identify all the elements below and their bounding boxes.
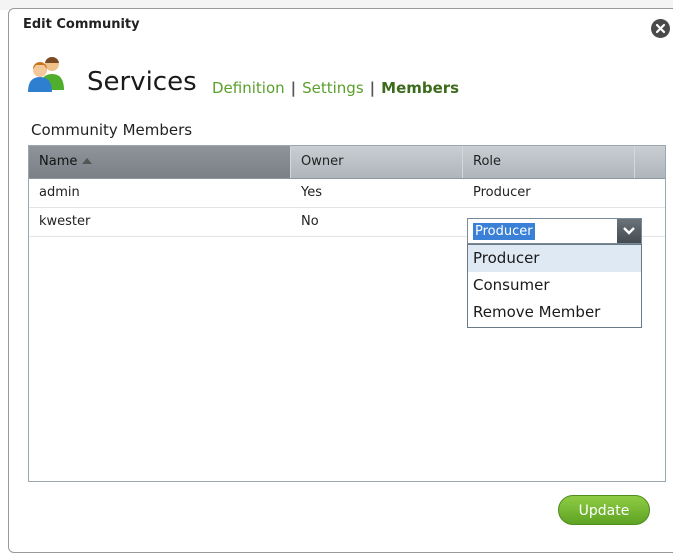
close-icon[interactable] xyxy=(651,19,670,38)
role-select[interactable]: Producer xyxy=(467,218,642,244)
column-header-filler xyxy=(635,146,665,178)
definition-link[interactable]: Definition xyxy=(212,79,285,97)
community-members-heading: Community Members xyxy=(31,121,193,139)
section-nav: Definition | Settings | Members xyxy=(212,79,459,97)
cell-name: kwester xyxy=(39,214,91,229)
nav-separator: | xyxy=(369,79,376,97)
members-table: Name Owner Role admin Yes Producer kwest… xyxy=(28,145,666,482)
role-select-value: Producer xyxy=(473,223,535,240)
nav-separator: | xyxy=(290,79,297,97)
cell-owner: No xyxy=(301,214,319,229)
settings-link[interactable]: Settings xyxy=(302,79,364,97)
sort-ascending-icon xyxy=(82,157,93,164)
cell-role: Producer xyxy=(473,185,531,200)
edit-community-dialog: Edit Community Services Definition | Setti… xyxy=(8,8,673,553)
cell-owner: Yes xyxy=(301,185,322,200)
cell-name: admin xyxy=(39,185,80,200)
column-header-owner[interactable]: Owner xyxy=(291,146,463,178)
chevron-down-icon[interactable] xyxy=(617,219,641,243)
column-header-name[interactable]: Name xyxy=(29,146,291,178)
dialog-title: Edit Community xyxy=(23,17,140,32)
role-option-remove-member[interactable]: Remove Member xyxy=(468,299,641,326)
table-row[interactable]: admin Yes Producer xyxy=(29,179,665,208)
role-option-consumer[interactable]: Consumer xyxy=(468,272,641,299)
update-button[interactable]: Update xyxy=(558,495,650,525)
role-dropdown-list: Producer Consumer Remove Member xyxy=(467,244,642,328)
role-option-producer[interactable]: Producer xyxy=(468,245,641,272)
table-header: Name Owner Role xyxy=(29,146,665,179)
members-link[interactable]: Members xyxy=(381,79,459,97)
community-icon xyxy=(27,54,67,94)
page-title: Services xyxy=(87,67,197,97)
column-header-role[interactable]: Role xyxy=(463,146,635,178)
